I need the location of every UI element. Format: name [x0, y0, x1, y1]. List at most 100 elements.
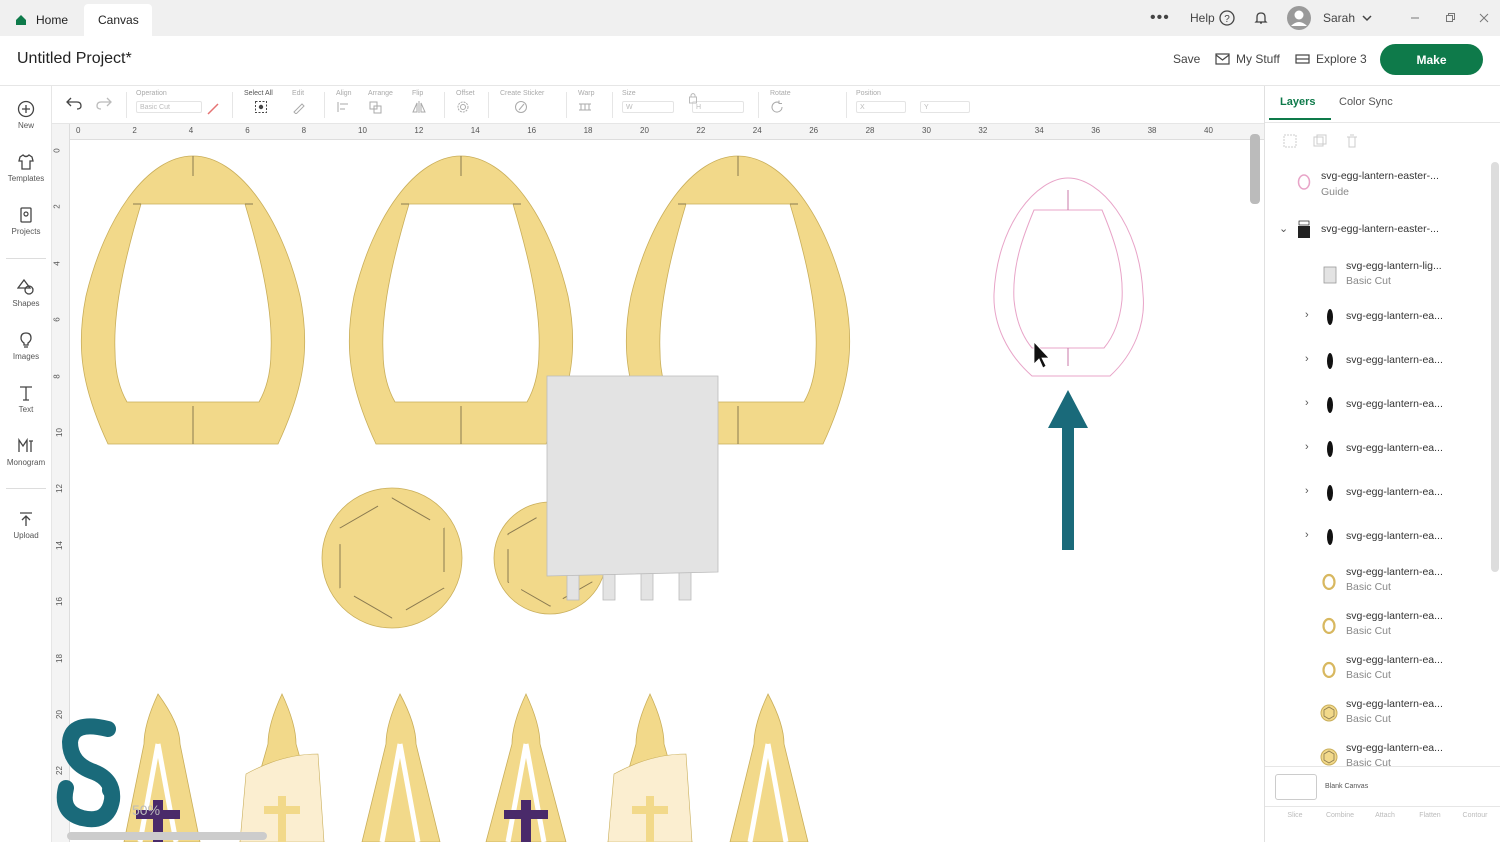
select-all-button[interactable]: Select All [244, 90, 273, 116]
layer-item[interactable]: svg-egg-lantern-ea... Basic Cut [1265, 696, 1500, 740]
lantern-panel-2[interactable] [239, 693, 325, 842]
close-icon[interactable] [1479, 0, 1489, 36]
combine-button[interactable]: Combine [1318, 812, 1362, 819]
offset-tool[interactable]: Offset [456, 90, 475, 116]
trash-icon[interactable] [1345, 134, 1359, 153]
panel-scrollbar[interactable] [1491, 162, 1499, 572]
lantern-panel-4[interactable] [485, 693, 567, 842]
bell-icon[interactable] [1253, 0, 1269, 36]
monogram-icon [18, 437, 33, 452]
operation-dropdown[interactable]: Operation Basic Cut [136, 90, 202, 113]
width-input[interactable]: W [622, 101, 674, 113]
create-sticker-tool[interactable]: Create Sticker [500, 90, 544, 116]
tab-color-sync[interactable]: Color Sync [1339, 96, 1393, 108]
layer-item[interactable]: svg-egg-lantern-ea... Basic Cut [1265, 564, 1500, 608]
chevron-right-icon[interactable]: › [1305, 309, 1309, 321]
more-options-icon[interactable]: ••• [1150, 0, 1170, 36]
chevron-right-icon[interactable]: › [1305, 397, 1309, 409]
contour-button[interactable]: Contour [1453, 812, 1497, 819]
save-button[interactable]: Save [1173, 52, 1200, 66]
rotate-control[interactable]: Rotate [770, 90, 832, 116]
lantern-panel-1[interactable] [123, 693, 201, 842]
redo-icon[interactable] [96, 96, 112, 115]
chevron-right-icon[interactable]: › [1305, 353, 1309, 365]
sidebar-item-shapes[interactable]: Shapes [0, 278, 52, 308]
layer-item[interactable]: svg-egg-lantern-ea... Basic Cut [1265, 652, 1500, 696]
egg-frame-thumbnail-icon [1322, 573, 1336, 590]
vertical-scrollbar[interactable] [1250, 134, 1260, 204]
blank-canvas-swatch[interactable] [1275, 774, 1317, 800]
contour-label: Contour [1462, 812, 1488, 819]
page-title[interactable]: Untitled Project* [17, 50, 132, 68]
user-menu[interactable]: Sarah [1286, 0, 1373, 36]
tab-layers[interactable]: Layers [1280, 96, 1315, 108]
layer-item[interactable]: svg-egg-lantern-easter-... Guide [1265, 162, 1500, 206]
machine-button[interactable]: Explore 3 [1295, 52, 1367, 66]
sidebar-item-label: Text [18, 405, 34, 414]
layer-item[interactable]: svg-egg-lantern-ea... Basic Cut [1265, 608, 1500, 652]
help-button[interactable]: Help ? [1190, 0, 1235, 36]
undo-icon[interactable] [66, 96, 82, 115]
my-stuff-button[interactable]: My Stuff [1215, 52, 1280, 66]
lock-icon[interactable] [688, 91, 698, 109]
restore-icon[interactable] [1445, 0, 1455, 36]
hexagon-disc-1[interactable] [321, 487, 463, 629]
layer-group[interactable]: › svg-egg-lantern-ea... [1265, 440, 1500, 484]
make-label: Make [1416, 52, 1447, 67]
height-input[interactable]: H [692, 101, 744, 113]
chevron-down-icon[interactable]: ⌄ [1279, 222, 1288, 235]
sidebar-item-new[interactable]: New [0, 100, 52, 130]
layer-group[interactable]: › svg-egg-lantern-ea... [1265, 484, 1500, 528]
sidebar-item-monogram[interactable]: Monogram [0, 437, 52, 467]
slice-button[interactable]: Slice [1273, 812, 1317, 819]
sidebar-item-text[interactable]: Text [0, 384, 52, 414]
sidebar-item-templates[interactable]: Templates [0, 153, 52, 183]
y-position-input[interactable]: Y [920, 101, 970, 113]
lantern-panel-5[interactable] [607, 693, 693, 842]
edit-tool[interactable]: Edit [292, 90, 308, 116]
layer-name: svg-egg-lantern-ea... [1346, 310, 1443, 322]
pen-color-icon[interactable] [206, 102, 220, 121]
warp-tool[interactable]: Warp [578, 90, 596, 116]
make-button[interactable]: Make [1380, 44, 1483, 75]
x-position-input[interactable]: X [856, 101, 906, 113]
lantern-panel-3[interactable] [361, 693, 441, 842]
duplicate-icon[interactable] [1313, 134, 1327, 153]
lantern-thumbnail-icon [1327, 529, 1333, 545]
layer-group[interactable]: › svg-egg-lantern-ea... [1265, 352, 1500, 396]
egg-frame-1[interactable] [80, 155, 306, 445]
canvas-artwork [56, 155, 1144, 842]
flatten-button[interactable]: Flatten [1408, 812, 1452, 819]
panel-divider [1265, 806, 1500, 807]
layer-group[interactable]: › svg-egg-lantern-ea... [1265, 308, 1500, 352]
sidebar-item-images[interactable]: Images [0, 331, 52, 361]
arrange-tool[interactable]: Arrange [368, 90, 393, 116]
design-canvas[interactable]: 0 2 4 6 8 10 12 14 16 18 20 22 24 26 28 30 32 34 36 38 40 02… [52, 124, 1264, 842]
layer-item[interactable]: svg-egg-lantern-lig... Basic Cut [1265, 258, 1500, 302]
align-label: Align [336, 90, 352, 97]
sidebar-item-upload[interactable]: Upload [0, 510, 52, 540]
group-icon[interactable] [1283, 134, 1297, 153]
arrange-icon [369, 101, 382, 114]
lantern-panel-6[interactable] [729, 693, 809, 842]
machine-label: Explore 3 [1316, 52, 1367, 66]
horizontal-scrollbar[interactable] [67, 832, 267, 840]
minimize-icon[interactable] [1410, 0, 1420, 36]
arrange-label: Arrange [368, 90, 393, 97]
align-tool[interactable]: Align [336, 90, 352, 116]
chevron-right-icon[interactable]: › [1305, 529, 1309, 541]
tab-canvas[interactable]: Canvas [84, 4, 152, 36]
layer-group[interactable]: ⌄ svg-egg-lantern-easter-... [1265, 214, 1500, 258]
layer-name: svg-egg-lantern-ea... [1346, 654, 1443, 666]
chevron-right-icon[interactable]: › [1305, 441, 1309, 453]
sidebar-item-projects[interactable]: Projects [0, 206, 52, 236]
chevron-right-icon[interactable]: › [1305, 485, 1309, 497]
attach-button[interactable]: Attach [1363, 812, 1407, 819]
layer-group[interactable]: › svg-egg-lantern-ea... [1265, 396, 1500, 440]
flip-tool[interactable]: Flip [412, 90, 428, 116]
light-panel[interactable] [546, 375, 719, 601]
toolbar-divider [488, 92, 489, 118]
egg-frame-2[interactable] [348, 155, 574, 445]
tab-home[interactable]: Home [0, 4, 82, 36]
guide-egg-outline[interactable] [993, 177, 1144, 377]
